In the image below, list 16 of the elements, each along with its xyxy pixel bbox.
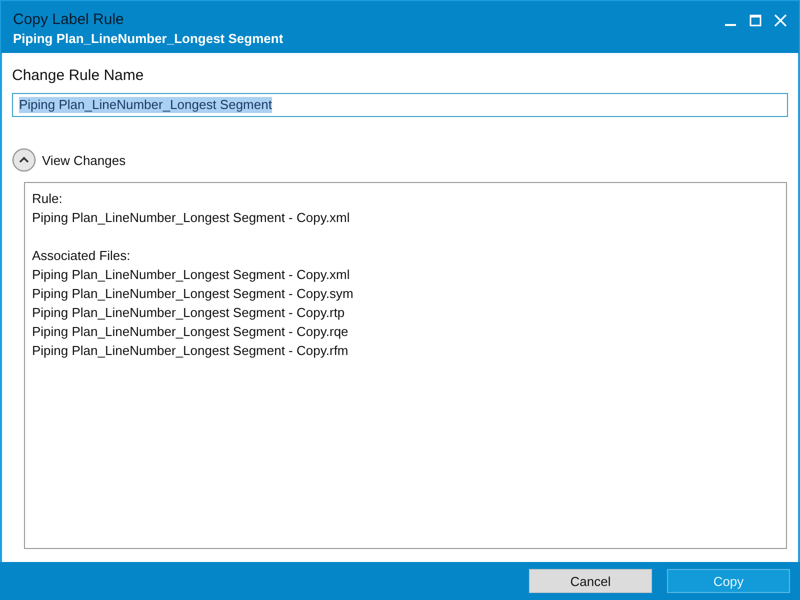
file-name: Piping Plan_LineNumber_Longest Segment - Copy.rfm <box>32 342 350 360</box>
close-icon[interactable] <box>774 14 787 27</box>
file-name: Piping Plan_LineNumber_Longest Segment - Copy.sym <box>32 285 354 303</box>
window-title: Copy Label Rule <box>13 10 125 30</box>
file-name: Piping Plan_LineNumber_Longest Segment - Copy.xml <box>32 266 351 284</box>
view-changes-toggle[interactable]: View Changes <box>12 148 126 172</box>
rule-name-field[interactable]: Piping Plan_LineNumber_Longest Segment <box>12 93 788 117</box>
field-label: Change Rule Name <box>12 67 145 85</box>
file-name: Piping Plan_LineNumber_Longest Segment - Copy.rtp <box>32 304 346 322</box>
maximize-icon[interactable] <box>749 14 762 27</box>
file-name: Piping Plan_LineNumber_Longest Segment - Copy.xml <box>32 209 351 227</box>
section-heading: Rule: <box>32 190 64 208</box>
window-subtitle: Piping Plan_LineNumber_Longest Segment <box>13 30 284 48</box>
cancel-button[interactable]: Cancel <box>529 569 652 593</box>
file-name: Piping Plan_LineNumber_Longest Segment - Copy.rqe <box>32 323 350 341</box>
section-heading: Associated Files: <box>32 247 132 265</box>
